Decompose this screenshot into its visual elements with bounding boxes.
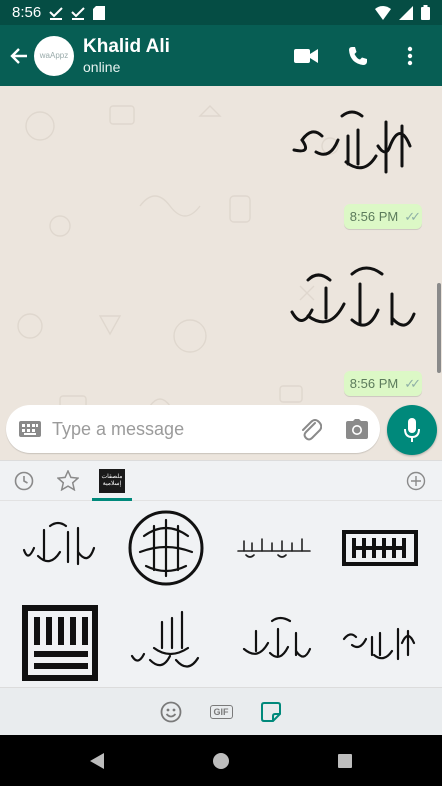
calligraphy-subhanallah-small-icon bbox=[342, 627, 416, 661]
wifi-icon bbox=[375, 5, 391, 20]
sticker-grid-item[interactable] bbox=[12, 598, 108, 688]
signal-icon bbox=[399, 5, 413, 20]
nav-back-button[interactable] bbox=[85, 749, 109, 773]
gif-icon: GIF bbox=[209, 704, 233, 719]
add-sticker-pack-button[interactable] bbox=[394, 461, 438, 501]
camera-button[interactable] bbox=[334, 419, 380, 439]
more-options-button[interactable] bbox=[384, 25, 436, 86]
chat-scrollbar[interactable] bbox=[437, 283, 441, 373]
nav-home-button[interactable] bbox=[209, 749, 233, 773]
sd-card-icon bbox=[93, 5, 106, 20]
sticker-grid-item[interactable] bbox=[118, 598, 214, 688]
voice-call-button[interactable] bbox=[332, 25, 384, 86]
avatar-text: waAppz bbox=[39, 51, 69, 60]
calligraphy-kufic-block-icon bbox=[22, 605, 98, 681]
sticker-grid-item[interactable] bbox=[118, 503, 214, 593]
keyboard-toggle-button[interactable] bbox=[8, 421, 52, 437]
active-tab-indicator bbox=[92, 497, 132, 501]
sent-sticker[interactable] bbox=[282, 254, 422, 354]
battery-icon bbox=[421, 5, 430, 20]
calligraphy-astaghfirullah-icon bbox=[130, 610, 200, 668]
message-time: 8:56 PM bbox=[349, 209, 399, 224]
calligraphy-circular-icon bbox=[128, 510, 204, 586]
read-receipt-icon: ✓✓ bbox=[404, 208, 421, 224]
sticker-grid-item[interactable] bbox=[226, 503, 322, 593]
camera-icon bbox=[346, 419, 368, 439]
picker-footer: GIF bbox=[0, 687, 442, 735]
sticker-grid-item[interactable] bbox=[332, 598, 428, 688]
sent-sticker[interactable] bbox=[282, 96, 422, 196]
videocam-icon bbox=[294, 48, 318, 63]
add-circle-icon bbox=[406, 471, 426, 490]
back-button[interactable] bbox=[4, 25, 34, 86]
keyboard-icon bbox=[19, 421, 41, 437]
sticker-grid-item[interactable] bbox=[226, 598, 322, 688]
clock-icon bbox=[14, 471, 34, 490]
gif-tab-button[interactable]: GIF bbox=[207, 698, 235, 726]
square-recents-icon bbox=[338, 753, 352, 768]
avatar[interactable]: waAppz bbox=[34, 35, 74, 76]
contact-status: online bbox=[83, 58, 121, 75]
attach-button[interactable] bbox=[288, 417, 334, 441]
tab-recent-stickers[interactable] bbox=[2, 461, 46, 501]
circle-home-icon bbox=[213, 752, 229, 769]
star-icon bbox=[57, 470, 79, 491]
message-time: 8:56 PM bbox=[349, 376, 399, 391]
tab-favorite-stickers[interactable] bbox=[46, 461, 90, 501]
emoji-icon bbox=[160, 701, 182, 722]
status-time: 8:56 bbox=[12, 4, 42, 21]
nav-recents-button[interactable] bbox=[333, 749, 357, 773]
chat-area[interactable]: 8:56 PM ✓✓ 8:56 PM ✓✓ bbox=[0, 86, 442, 460]
triangle-back-icon bbox=[90, 752, 104, 769]
message-input[interactable] bbox=[52, 418, 288, 440]
download-done-icon bbox=[49, 6, 63, 20]
read-receipt-icon: ✓✓ bbox=[404, 375, 421, 391]
tab-sticker-pack[interactable]: ملصقات إسلامية bbox=[90, 461, 134, 501]
sticker-pack-thumbnail: ملصقات إسلامية bbox=[99, 468, 125, 493]
message-meta: 8:56 PM ✓✓ bbox=[343, 204, 422, 229]
sticker-grid-item[interactable] bbox=[332, 503, 428, 593]
emoji-tab-button[interactable] bbox=[157, 698, 185, 726]
more-vert-icon bbox=[407, 46, 413, 65]
sticker-grid bbox=[0, 503, 442, 688]
download-done-icon-2 bbox=[71, 6, 85, 20]
video-call-button[interactable] bbox=[280, 25, 332, 86]
calligraphy-basmala-line-icon bbox=[237, 538, 311, 558]
sticker-grid-item[interactable] bbox=[12, 503, 108, 593]
message-composer bbox=[6, 405, 380, 453]
mic-icon bbox=[404, 418, 420, 442]
calligraphy-subhanallah-icon bbox=[292, 110, 412, 174]
chat-header: waAppz Khalid Ali online bbox=[0, 25, 442, 86]
message-meta: 8:56 PM ✓✓ bbox=[343, 371, 422, 396]
arrow-back-icon bbox=[10, 47, 27, 64]
calligraphy-rabbi-zidni-ilma-icon bbox=[290, 266, 416, 327]
sticker-picker: ملصقات إسلامية GIF bbox=[0, 460, 442, 735]
voice-record-button[interactable] bbox=[387, 405, 437, 455]
calligraphy-kufic-square-icon bbox=[342, 530, 418, 566]
contact-info[interactable]: Khalid Ali online bbox=[83, 36, 170, 76]
sticker-icon bbox=[261, 701, 281, 722]
system-nav-bar bbox=[0, 735, 442, 786]
contact-name: Khalid Ali bbox=[83, 35, 170, 57]
sticker-tab-button[interactable] bbox=[257, 698, 285, 726]
sticker-tabs: ملصقات إسلامية bbox=[0, 461, 442, 501]
phone-icon bbox=[349, 46, 367, 65]
calligraphy-rabbi-zidni-ilma-small-icon bbox=[242, 616, 312, 658]
status-bar: 8:56 bbox=[0, 0, 442, 25]
calligraphy-alhamdulillah-icon bbox=[22, 521, 96, 566]
paperclip-icon bbox=[302, 419, 322, 441]
